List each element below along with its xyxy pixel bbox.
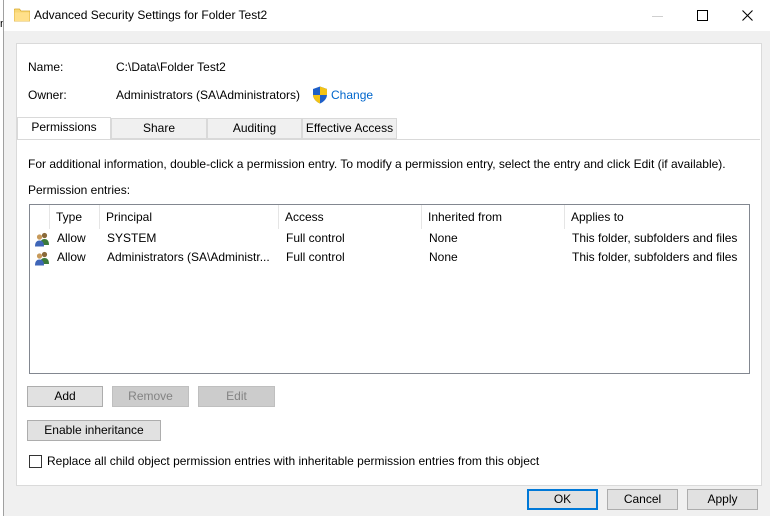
row-inherited-from: None xyxy=(429,231,458,245)
column-header-access[interactable]: Access xyxy=(279,205,422,229)
edit-button[interactable]: Edit xyxy=(198,386,275,407)
column-header-type[interactable]: Type xyxy=(50,205,100,229)
row-access: Full control xyxy=(286,231,345,245)
row-applies-to: This folder, subfolders and files xyxy=(572,250,738,264)
minimize-icon xyxy=(652,16,663,17)
tab-auditing[interactable]: Auditing xyxy=(207,118,302,139)
tab-share[interactable]: Share xyxy=(111,118,207,139)
maximize-button[interactable] xyxy=(680,0,726,31)
owner-label: Owner: xyxy=(28,88,67,102)
window-title: Advanced Security Settings for Folder Te… xyxy=(34,8,268,22)
remove-button[interactable]: Remove xyxy=(112,386,189,407)
close-icon xyxy=(742,10,753,21)
row-principal: SYSTEM xyxy=(107,231,157,245)
users-icon xyxy=(35,251,49,266)
ok-button[interactable]: OK xyxy=(527,489,598,510)
users-icon xyxy=(35,232,49,247)
replace-child-permissions-checkbox[interactable] xyxy=(29,455,42,468)
row-principal: Administrators (SA\Administr... xyxy=(107,250,270,264)
instructions-text: For additional information, double-click… xyxy=(28,157,726,171)
minimize-button[interactable] xyxy=(635,0,681,31)
permission-entries-list[interactable]: Type Principal Access Inherited from App… xyxy=(29,204,750,374)
folder-icon xyxy=(14,8,30,22)
row-access: Full control xyxy=(286,250,345,264)
security-settings-window: Advanced Security Settings for Folder Te… xyxy=(3,0,770,516)
column-header-icon[interactable] xyxy=(30,205,50,229)
tab-divider xyxy=(17,139,760,140)
owner-value: Administrators (SA\Administrators) xyxy=(116,88,301,102)
apply-button[interactable]: Apply xyxy=(687,489,758,510)
add-button[interactable]: Add xyxy=(27,386,103,407)
column-header-applies-to[interactable]: Applies to xyxy=(565,205,749,229)
uac-shield-icon xyxy=(313,86,327,104)
permission-row[interactable]: Allow SYSTEM Full control None This fold… xyxy=(30,229,749,248)
row-type: Allow xyxy=(57,250,86,264)
row-type: Allow xyxy=(57,231,86,245)
column-header-inherited-from[interactable]: Inherited from xyxy=(422,205,565,229)
title-bar[interactable]: Advanced Security Settings for Folder Te… xyxy=(4,0,770,31)
tab-effective-access[interactable]: Effective Access xyxy=(302,118,397,139)
change-owner-link[interactable]: Change xyxy=(331,88,373,102)
column-header-principal[interactable]: Principal xyxy=(100,205,279,229)
row-inherited-from: None xyxy=(429,250,458,264)
row-applies-to: This folder, subfolders and files xyxy=(572,231,738,245)
name-label: Name: xyxy=(28,60,64,74)
maximize-icon xyxy=(697,10,708,21)
permission-row[interactable]: Allow Administrators (SA\Administr... Fu… xyxy=(30,248,749,267)
close-button[interactable] xyxy=(725,0,770,31)
permission-entries-label: Permission entries: xyxy=(28,183,131,197)
cancel-button[interactable]: Cancel xyxy=(607,489,678,510)
enable-inheritance-button[interactable]: Enable inheritance xyxy=(27,420,161,441)
tab-permissions[interactable]: Permissions xyxy=(17,117,111,140)
replace-child-permissions-label: Replace all child object permission entr… xyxy=(47,454,540,468)
name-value: C:\Data\Folder Test2 xyxy=(116,60,226,74)
